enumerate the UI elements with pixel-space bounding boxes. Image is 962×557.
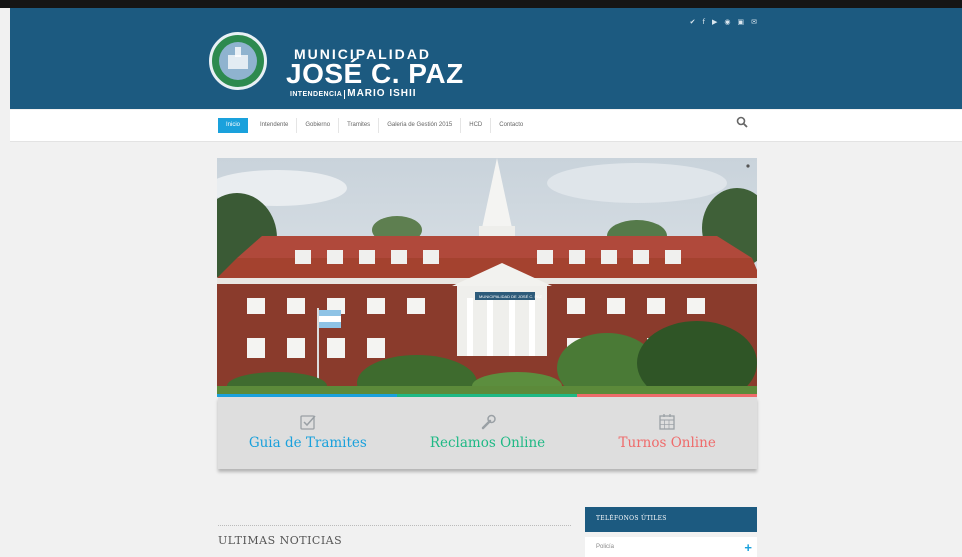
social-links: ✔ f ▶ ◉ ▣ ✉	[690, 18, 757, 26]
search-icon[interactable]	[736, 116, 748, 128]
sidebar-phones-header: TELÉFONOS ÚTILES	[585, 507, 757, 532]
hero-sign-text: MUNICIPALIDAD DE JOSÉ C. PAZ	[479, 294, 543, 299]
card-guia-tramites-label: Guia de Tramites	[248, 435, 367, 451]
municipal-logo-emblem[interactable]	[209, 32, 267, 90]
nav-galeria[interactable]: Galeria de Gestión 2015	[379, 118, 462, 133]
card-turnos-online-label: Turnos Online	[618, 435, 716, 451]
logo-line3: INTENDENCIA MARIO ISHII	[290, 88, 417, 99]
logo-prefix: INTENDENCIA	[290, 91, 343, 98]
sidebar-phone-item[interactable]: Policía +	[585, 537, 757, 557]
calendar-icon	[659, 414, 675, 430]
checkbox-icon	[300, 415, 316, 430]
nav-inicio[interactable]: Inicio	[218, 118, 249, 133]
nav-intendente[interactable]: Intendente	[252, 118, 298, 133]
card-turnos-online[interactable]: Turnos Online	[577, 397, 757, 469]
expand-plus-icon[interactable]: +	[744, 540, 752, 555]
nav-tramites[interactable]: Tramites	[339, 118, 380, 133]
twitter-icon[interactable]: ✔	[690, 18, 696, 26]
sidebar-phone-item-label: Policía	[596, 544, 615, 550]
facebook-icon[interactable]: f	[703, 18, 705, 26]
logo-line2: JOSÉ C. PAZ	[286, 58, 464, 89]
card-reclamos-online[interactable]: Reclamos Online	[398, 397, 578, 469]
news-section-title: ULTIMAS NOTICIAS	[218, 534, 343, 547]
main-nav: Inicio Intendente Gobierno Tramites Gale…	[10, 110, 962, 142]
quick-links: Guia de Tramites Reclamos Online Turnos …	[218, 397, 757, 469]
hero-image-city-hall: MUNICIPALIDAD DE JOSÉ C. PAZ	[217, 158, 757, 396]
nav-gobierno[interactable]: Gobierno	[297, 118, 340, 133]
card-guia-tramites[interactable]: Guia de Tramites	[218, 397, 398, 469]
instagram-icon[interactable]: ▣	[738, 18, 745, 26]
top-strip	[0, 0, 962, 8]
card-reclamos-online-label: Reclamos Online	[429, 435, 546, 451]
wrench-icon	[481, 414, 496, 430]
news-divider	[218, 525, 571, 526]
logo-mayor-name: MARIO ISHII	[347, 88, 417, 99]
sidebar-phones-title: TELÉFONOS ÚTILES	[596, 515, 667, 522]
rss-icon[interactable]: ◉	[724, 18, 730, 26]
site-header: ✔ f ▶ ◉ ▣ ✉	[10, 8, 962, 109]
youtube-icon[interactable]: ▶	[712, 18, 717, 26]
nav-hcd[interactable]: HCD	[461, 118, 492, 133]
nav-contacto[interactable]: Contacto	[491, 118, 531, 133]
email-icon[interactable]: ✉	[751, 18, 757, 26]
